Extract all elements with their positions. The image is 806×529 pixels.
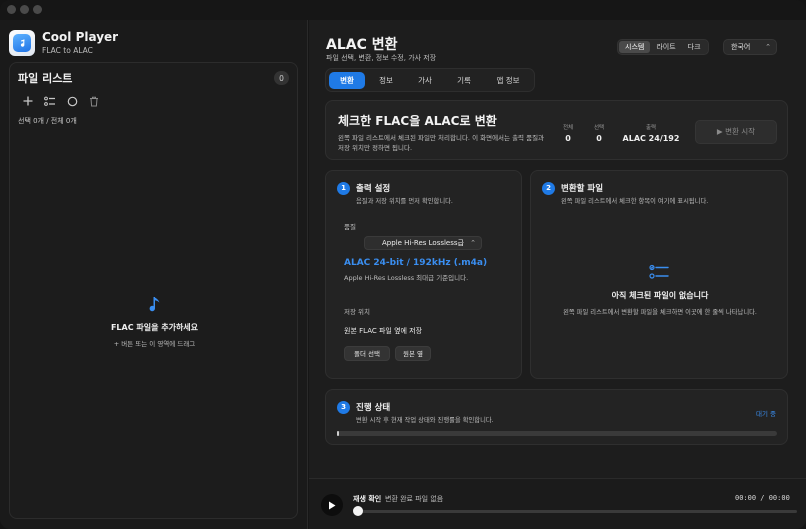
location-value: 원본 FLAC 파일 옆에 저장 [344,327,423,335]
empty-state-subtitle: 왼쪽 파일 리스트에서 변환할 파일을 체크하면 이곳에 한 줄씩 나타납니다. [563,309,757,316]
stat-selected: 선택 0 [591,123,607,143]
music-note-icon [149,297,159,312]
page-subtitle: 파일 선택, 변환, 정보 수정, 가사 저장 [326,54,437,62]
quality-label: 품질 [344,223,356,231]
progress-bar [337,431,777,436]
chevron-updown-icon: ⌃ [470,239,476,247]
progress-bar-fill [337,431,340,436]
play-button[interactable] [321,494,343,516]
quality-value: Apple Hi-Res Lossless급 [382,239,464,247]
section-subtitle: 변환 시작 후 현재 작업 상태와 진행률을 확인합니다. [356,417,494,424]
section-title: 변환할 파일 [561,184,604,194]
section-title: 진행 상태 [356,403,391,413]
format-note: Apple Hi-Res Lossless 최대급 기준입니다. [344,274,469,282]
add-file-button[interactable] [21,94,35,108]
section-title: 출력 설정 [356,184,391,194]
step-number: 3 [337,401,350,414]
theme-option-dark[interactable]: 다크 [682,41,707,53]
quality-select[interactable]: Apple Hi-Res Lossless급 ⌃ [364,236,482,250]
summary-description: 왼쪽 파일 리스트에서 체크된 파일만 처리합니다. 이 화면에서는 출력 품질… [338,134,545,152]
stat-label: 선택 [593,125,605,131]
page-title: ALAC 변환 [326,37,398,53]
stat-value: 0 [596,134,602,143]
language-select[interactable]: 한국어 ⌃ [723,39,777,55]
file-list-panel[interactable]: 파일 리스트 0 선택 0개 / 전체 0개 FLAC 파일을 추가하세요 + … [9,62,298,519]
stat-label: 전체 [562,125,574,131]
theme-option-system[interactable]: 시스템 [619,41,651,53]
stat-value: ALAC 24/192 [622,134,680,143]
play-icon [329,501,336,509]
file-list-title: 파일 리스트 [18,72,73,85]
seek-handle[interactable] [353,506,363,516]
titlebar [0,0,806,20]
choose-folder-button[interactable]: 폴더 선택 [344,346,390,361]
checklist-icon [44,96,55,106]
player-bar: 재생 확인 변환 완료 파일 없음 00:00 / 00:00 [309,478,806,529]
tab-bar: 변환 정보 가사 기록 앱 정보 [325,68,535,92]
checklist-icon [649,264,669,279]
close-window-button[interactable] [7,5,16,14]
selection-count: 선택 0개 / 전체 0개 [18,117,77,125]
step-number: 2 [542,182,555,195]
circle-icon [67,96,77,106]
progress-card: 3 진행 상태 변환 시작 후 현재 작업 상태와 진행률을 확인합니다. 대기… [325,389,788,445]
output-format: ALAC 24-bit / 192kHz (.m4a) [344,258,488,268]
seek-bar[interactable] [357,510,797,513]
minimize-window-button[interactable] [20,5,29,14]
stat-value: 0 [565,134,571,143]
empty-state-subtitle: + 버튼 또는 이 영역에 드래그 [113,340,196,348]
start-conversion-button[interactable]: ▶ 변환 시작 [695,120,777,144]
file-count-badge: 0 [274,71,289,85]
tab-convert[interactable]: 변환 [329,72,365,89]
save-beside-original-button[interactable]: 원본 옆 [395,346,431,361]
select-all-button[interactable] [43,94,57,108]
tab-info[interactable]: 정보 [368,72,404,89]
stat-label: 출력 [645,125,657,131]
summary-title: 체크한 FLAC을 ALAC로 변환 [338,114,497,128]
theme-option-light[interactable]: 라이트 [650,41,681,53]
section-subtitle: 음질과 저장 위치를 먼저 확인합니다. [356,198,453,205]
sidebar: Cool Player FLAC to ALAC 파일 리스트 0 선택 0개 … [0,20,308,529]
step-number: 1 [337,182,350,195]
progress-status: 대기 중 [756,410,777,418]
trash-icon [90,96,98,106]
plus-icon [23,96,33,106]
deselect-button[interactable] [65,94,79,108]
tab-history[interactable]: 기록 [446,72,482,89]
app-logo-icon [9,30,35,56]
app-window: Cool Player FLAC to ALAC 파일 리스트 0 선택 0개 … [0,0,806,529]
stat-output: 출력 ALAC 24/192 [618,123,684,143]
stat-total: 전체 0 [560,123,576,143]
tab-app-info[interactable]: 앱 정보 [485,72,531,89]
location-label: 저장 위치 [344,308,370,316]
files-to-convert-card: 2 변환할 파일 왼쪽 파일 리스트에서 체크한 항목이 여기에 표시됩니다. … [530,170,788,379]
app-subtitle: FLAC to ALAC [42,46,93,55]
output-settings-card: 1 출력 설정 음질과 저장 위치를 먼저 확인합니다. 품질 Apple Hi… [325,170,522,379]
tab-lyrics[interactable]: 가사 [407,72,443,89]
chevron-updown-icon: ⌃ [765,43,771,51]
player-status: 변환 완료 파일 없음 [385,495,444,503]
app-title: Cool Player [42,30,119,44]
empty-state [10,296,299,318]
zoom-window-button[interactable] [33,5,42,14]
convert-summary-card: 체크한 FLAC을 ALAC로 변환 왼쪽 파일 리스트에서 체크된 파일만 처… [325,100,788,160]
main-content: ALAC 변환 파일 선택, 변환, 정보 수정, 가사 저장 시스템 라이트 … [309,20,806,529]
player-time: 00:00 / 00:00 [735,494,790,502]
language-value: 한국어 [731,43,751,51]
player-label: 재생 확인 [353,495,382,503]
empty-state [649,264,669,285]
empty-state-title: 아직 체크된 파일이 없습니다 [611,291,709,300]
section-subtitle: 왼쪽 파일 리스트에서 체크한 항목이 여기에 표시됩니다. [561,198,709,205]
theme-selector: 시스템 라이트 다크 [617,39,709,55]
delete-button[interactable] [87,94,101,108]
empty-state-title: FLAC 파일을 추가하세요 [110,323,199,332]
